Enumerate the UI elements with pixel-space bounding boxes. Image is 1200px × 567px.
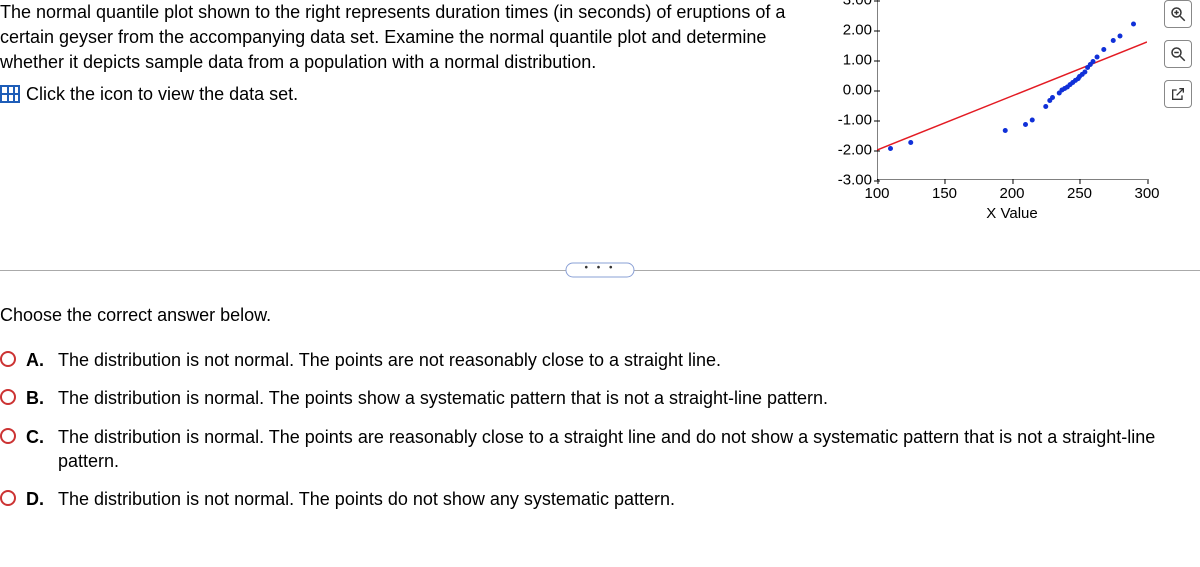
answer-option[interactable]: C. The distribution is normal. The points… [0,425,1200,474]
view-dataset-link[interactable]: Click the icon to view the data set. [0,82,298,107]
y-tick-label: 1.00 [843,52,872,69]
answer-option[interactable]: B. The distribution is normal. The points… [0,386,1200,410]
y-tick-label: -2.00 [838,142,872,159]
answer-prompt: Choose the correct answer below. [0,305,1200,326]
radio-button[interactable] [0,428,16,444]
question-text: The normal quantile plot shown to the ri… [0,0,802,76]
option-letter: C. [26,425,48,449]
option-letter: D. [26,487,48,511]
radio-button[interactable] [0,389,16,405]
y-tick-label: 0.00 [843,82,872,99]
option-text: The distribution is normal. The points s… [58,386,828,410]
option-text: The distribution is not normal. The poin… [58,487,675,511]
x-tick-label: 150 [932,185,957,202]
y-tick-label: 3.00 [843,0,872,9]
chart-container: X Value 3.002.001.000.00-1.00-2.00-3.001… [822,0,1192,220]
y-tick-label: -1.00 [838,112,872,129]
option-text: The distribution is normal. The points a… [58,425,1200,474]
option-text: The distribution is not normal. The poin… [58,348,721,372]
section-divider: • • • [0,260,1200,280]
x-tick-label: 100 [864,185,889,202]
expand-pill[interactable]: • • • [565,263,634,278]
answer-option[interactable]: D. The distribution is not normal. The po… [0,487,1200,511]
normal-quantile-plot: X Value 3.002.001.000.00-1.00-2.00-3.001… [822,0,1152,220]
table-icon [0,85,20,103]
zoom-in-icon[interactable] [1164,0,1192,28]
zoom-out-icon[interactable] [1164,40,1192,68]
popout-icon[interactable] [1164,80,1192,108]
x-tick-label: 250 [1067,185,1092,202]
radio-button[interactable] [0,351,16,367]
radio-button[interactable] [0,490,16,506]
view-dataset-label: Click the icon to view the data set. [26,82,298,107]
option-letter: B. [26,386,48,410]
x-tick-label: 200 [999,185,1024,202]
answer-option[interactable]: A. The distribution is not normal. The po… [0,348,1200,372]
option-letter: A. [26,348,48,372]
x-axis-label: X Value [986,205,1037,222]
plot-svg [877,0,1147,180]
x-tick-label: 300 [1134,185,1159,202]
y-tick-label: 2.00 [843,22,872,39]
